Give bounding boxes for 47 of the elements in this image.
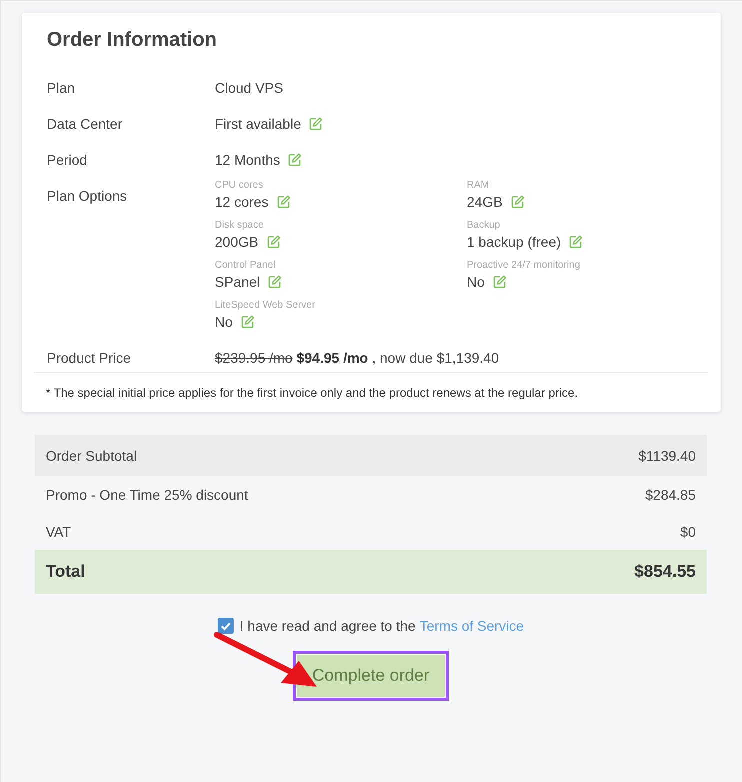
- option-value: 1 backup (free): [467, 234, 562, 250]
- edit-icon[interactable]: [266, 235, 281, 249]
- edit-icon[interactable]: [492, 275, 507, 289]
- edit-icon[interactable]: [309, 117, 324, 131]
- option-value: SPanel: [215, 274, 260, 290]
- edit-icon[interactable]: [569, 235, 584, 249]
- edit-icon[interactable]: [288, 153, 302, 167]
- field-label: Data Center: [47, 116, 124, 132]
- summary-label: Order Subtotal: [46, 448, 138, 464]
- option-label: CPU cores: [215, 180, 264, 191]
- edit-icon[interactable]: [268, 275, 282, 289]
- summary-amount: $0: [680, 524, 696, 540]
- option-value: 200GB: [215, 234, 259, 250]
- option-value: No: [467, 274, 485, 290]
- summary-label: Total: [46, 562, 86, 582]
- field-value: First available: [215, 116, 302, 132]
- field-label: Product Price: [47, 350, 132, 366]
- option-label: RAM: [467, 180, 490, 191]
- option-label: Control Panel: [215, 260, 277, 271]
- price-text: $239.95 /mo $94.95 /mo , now due $1,139.40: [215, 350, 500, 366]
- check-icon: [220, 620, 232, 632]
- checkbox[interactable]: [218, 618, 234, 634]
- field-label: Plan Options: [47, 188, 128, 204]
- complete-order-button[interactable]: Complete order: [297, 655, 445, 697]
- option-label: Backup: [467, 220, 502, 231]
- field-value: Cloud VPS: [215, 80, 284, 96]
- option-label: LiteSpeed Web Server: [215, 300, 316, 311]
- option-value: No: [215, 314, 233, 330]
- option-value: 24GB: [467, 194, 503, 210]
- summary-amount: $284.85: [645, 486, 696, 502]
- edit-icon[interactable]: [240, 315, 255, 329]
- edit-icon[interactable]: [510, 195, 525, 209]
- summary-label: Promo - One Time 25% discount: [46, 486, 248, 502]
- summary-amount: $854.55: [634, 562, 696, 582]
- summary-label: VAT: [46, 524, 72, 540]
- field-label: Plan: [47, 80, 76, 96]
- terms-link[interactable]: Terms of Service: [420, 618, 524, 634]
- agreement-text: I have read and agree to the: [240, 618, 416, 634]
- field-value: 12 Months: [215, 152, 280, 168]
- edit-icon[interactable]: [276, 195, 291, 209]
- summary-amount: $1139.40: [638, 448, 696, 464]
- price-note: * The special initial price applies for the first invoice only and the product renews at the regular price.: [46, 386, 580, 400]
- option-value: 12 cores: [215, 194, 269, 210]
- option-label: Disk space: [215, 220, 265, 231]
- option-label: Proactive 24/7 monitoring: [467, 260, 582, 271]
- field-label: Period: [47, 152, 88, 168]
- card-title: Order Information: [47, 29, 218, 52]
